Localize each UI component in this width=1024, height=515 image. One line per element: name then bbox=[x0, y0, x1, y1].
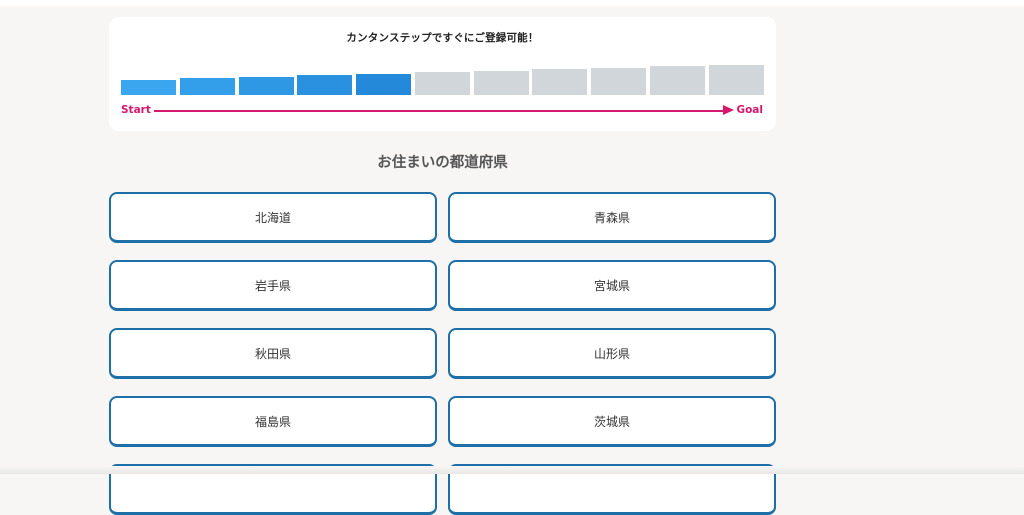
arrow-right-icon bbox=[723, 105, 734, 115]
prefecture-button-iwate[interactable]: 岩手県 bbox=[109, 260, 437, 311]
section-title: お住まいの都道府県 bbox=[377, 155, 508, 171]
prefecture-button-hokkaido[interactable]: 北海道 bbox=[109, 192, 437, 243]
prefecture-button-yamagata[interactable]: 山形県 bbox=[448, 328, 776, 379]
progress-step-8 bbox=[532, 69, 587, 95]
progress-step-10 bbox=[650, 66, 705, 95]
prefecture-button-miyagi[interactable]: 宮城県 bbox=[448, 260, 776, 311]
progress-goal-label: Goal bbox=[736, 104, 763, 116]
progress-start-label: Start bbox=[121, 104, 151, 116]
progress-arrow-line bbox=[154, 110, 724, 112]
progress-card: カンタンステップですぐにご登録可能！ Start Goal bbox=[109, 17, 776, 131]
progress-title: カンタンステップですぐにご登録可能！ bbox=[346, 32, 539, 44]
bottom-edge bbox=[0, 466, 1024, 474]
prefecture-button-aomori[interactable]: 青森県 bbox=[448, 192, 776, 243]
progress-step-11 bbox=[709, 65, 764, 95]
prefecture-button-ibaraki[interactable]: 茨城県 bbox=[448, 396, 776, 447]
progress-steps bbox=[121, 63, 764, 95]
progress-step-3 bbox=[239, 77, 294, 95]
progress-step-1 bbox=[121, 80, 176, 95]
progress-step-2 bbox=[180, 78, 235, 95]
top-strip bbox=[0, 0, 1024, 6]
progress-step-5 bbox=[356, 74, 411, 95]
progress-step-9 bbox=[591, 68, 646, 95]
prefecture-button-akita[interactable]: 秋田県 bbox=[109, 328, 437, 379]
progress-step-4 bbox=[297, 75, 352, 95]
prefecture-button-fukushima[interactable]: 福島県 bbox=[109, 396, 437, 447]
progress-step-6 bbox=[415, 72, 470, 95]
progress-step-7 bbox=[474, 71, 529, 95]
